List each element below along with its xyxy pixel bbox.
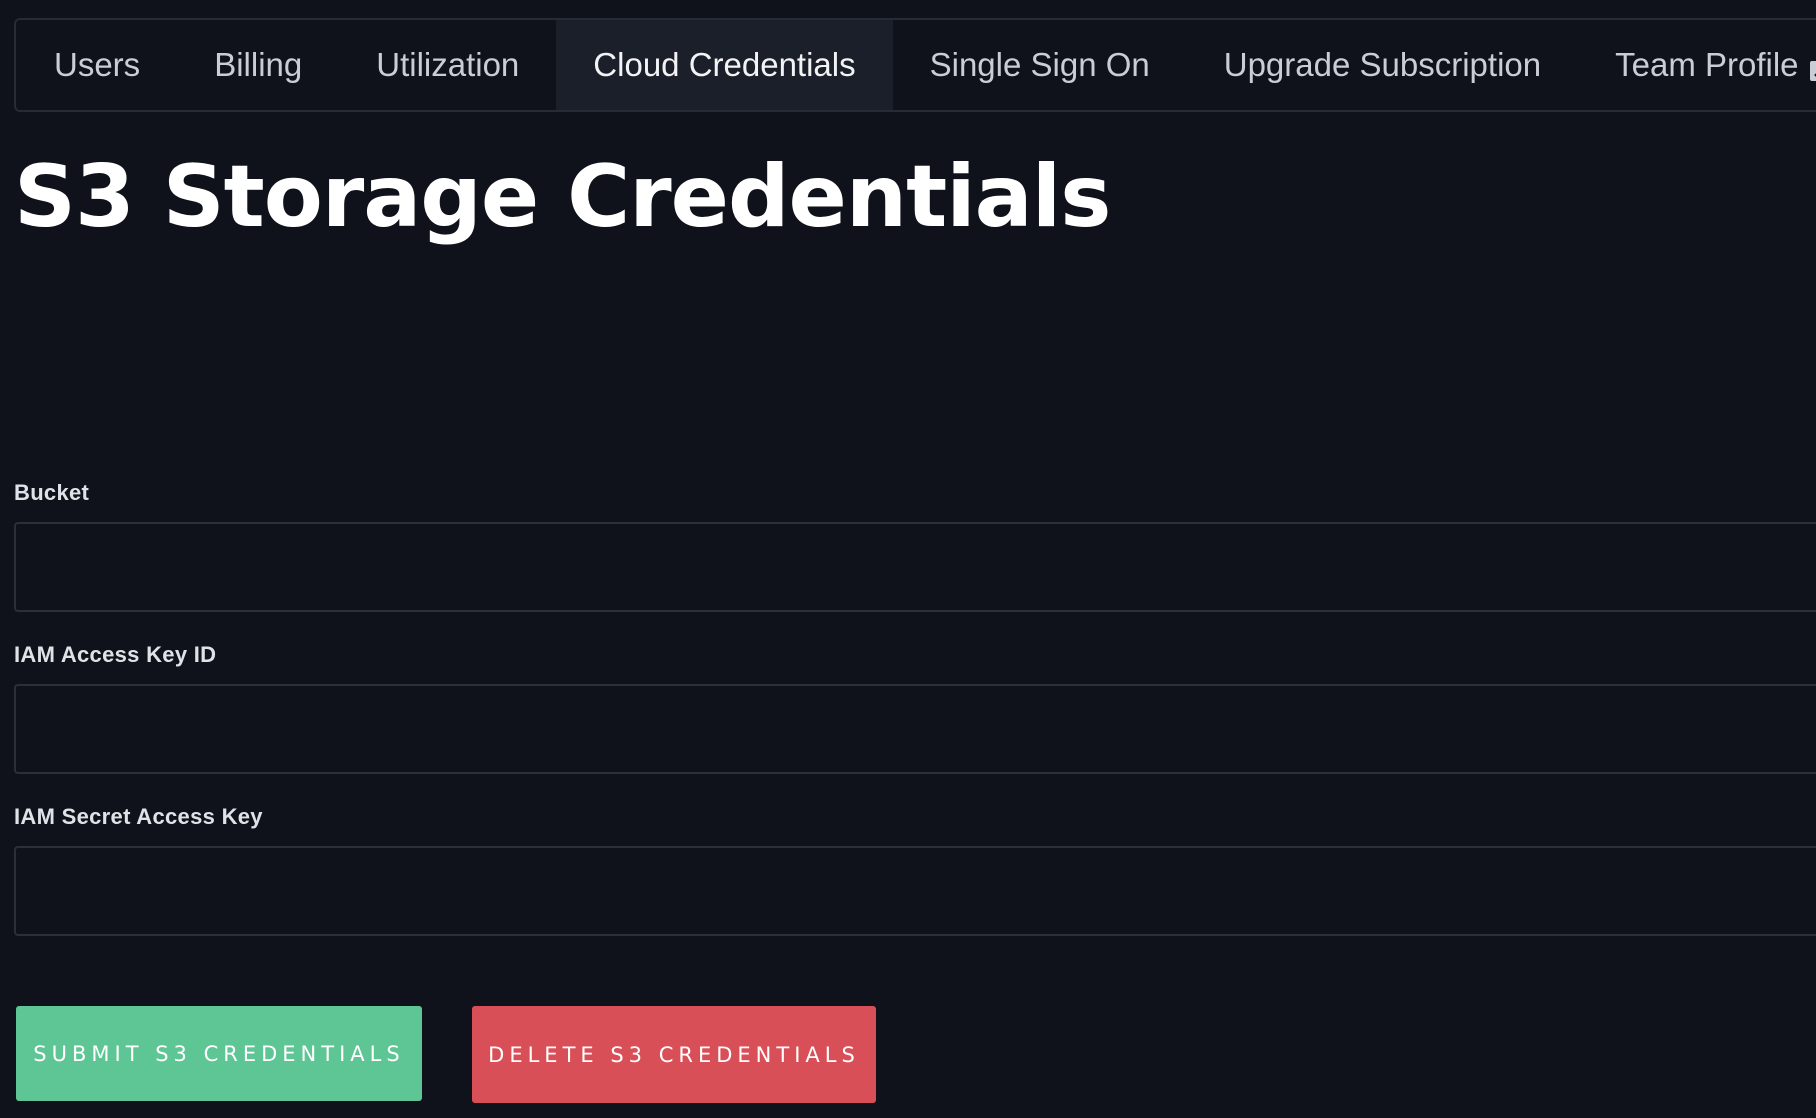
secret-access-key-input[interactable] [14,846,1816,936]
external-link-icon [1809,52,1816,81]
tab-team-profile[interactable]: Team Profile [1578,20,1816,110]
tab-upgrade-subscription[interactable]: Upgrade Subscription [1187,20,1578,110]
tab-billing[interactable]: Billing [177,20,339,110]
tab-label: Billing [214,46,303,83]
bucket-input[interactable] [14,522,1816,612]
tab-label: Single Sign On [929,46,1150,83]
access-key-id-label: IAM Access Key ID [14,642,217,667]
tab-cloud-credentials[interactable]: Cloud Credentials [556,20,893,110]
bucket-label: Bucket [14,480,90,505]
tab-users[interactable]: Users [16,20,177,110]
secret-access-key-label: IAM Secret Access Key [14,804,263,829]
tab-label: Cloud Credentials [593,46,856,83]
delete-s3-credentials-button[interactable]: DELETE S3 CREDENTIALS [472,1006,876,1103]
submit-s3-credentials-button[interactable]: SUBMIT S3 CREDENTIALS [16,1006,422,1101]
tab-label: Team Profile [1615,46,1799,83]
access-key-id-input[interactable] [14,684,1816,774]
page-title: S3 Storage Credentials [14,147,1111,247]
tab-utilization[interactable]: Utilization [339,20,556,110]
tab-label: Users [54,46,141,83]
tab-label: Upgrade Subscription [1223,46,1542,83]
tab-label: Utilization [376,46,520,83]
settings-tab-bar: Users Billing Utilization Cloud Credenti… [14,18,1816,112]
tab-single-sign-on[interactable]: Single Sign On [893,20,1187,110]
